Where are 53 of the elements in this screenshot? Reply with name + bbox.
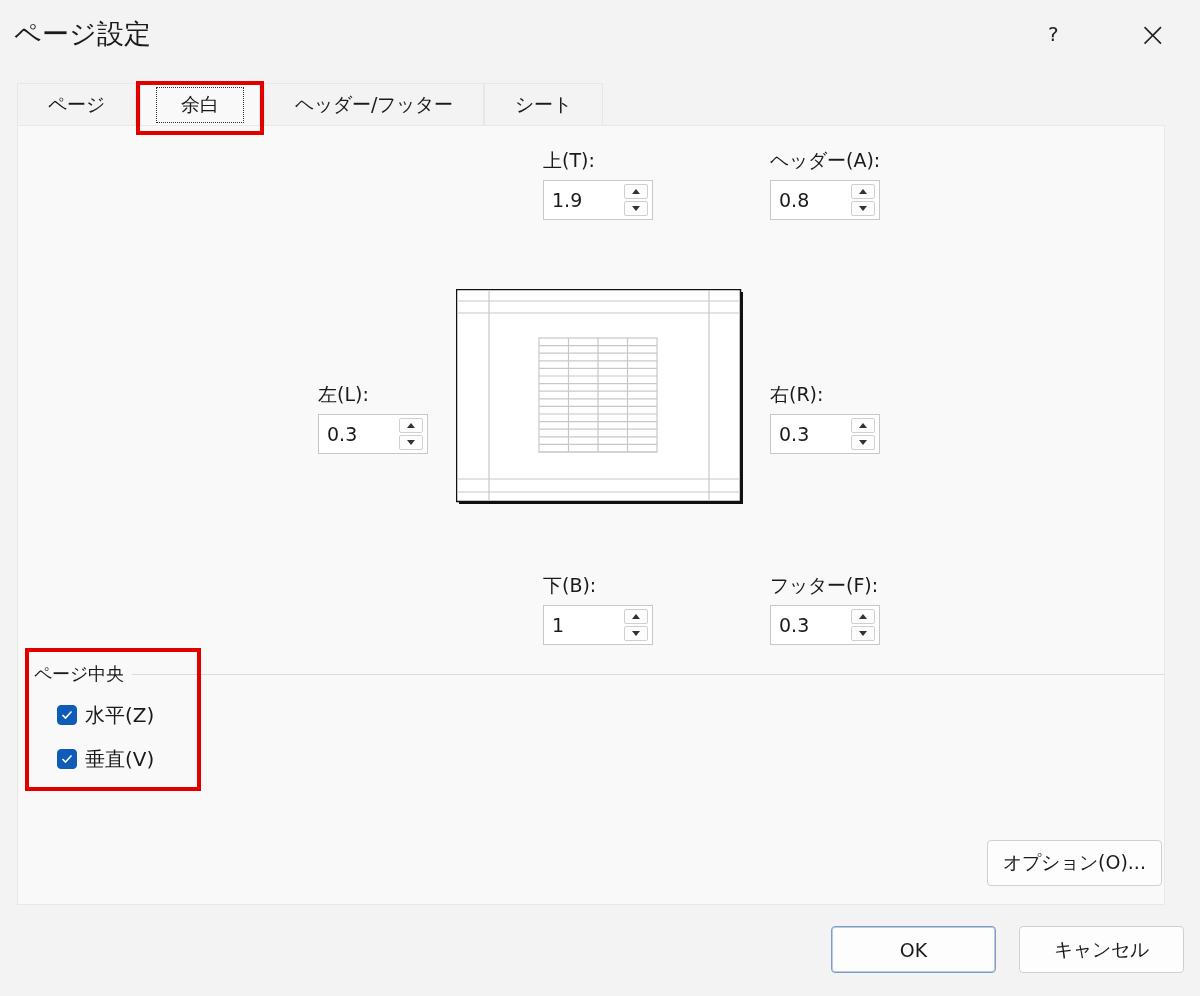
down-arrow-icon xyxy=(632,631,640,636)
spin-down-button[interactable] xyxy=(851,201,875,216)
spin-field[interactable]: 1 xyxy=(543,605,653,645)
spin-up-button[interactable] xyxy=(624,184,648,199)
tab[interactable]: 余白 xyxy=(140,83,260,125)
down-arrow-icon xyxy=(407,440,415,445)
spin-field[interactable]: 0.3 xyxy=(770,605,880,645)
tab[interactable]: ヘッダー/フッター xyxy=(264,83,485,125)
check-icon xyxy=(61,754,73,764)
help-button[interactable]: ? xyxy=(1047,22,1059,46)
checkbox[interactable] xyxy=(57,749,77,769)
spin-field[interactable]: 0.8 xyxy=(770,180,880,220)
up-arrow-icon xyxy=(859,189,867,194)
checkbox[interactable] xyxy=(57,705,77,725)
spin-up-button[interactable] xyxy=(851,609,875,624)
field-label: 左(L): xyxy=(318,382,370,407)
field-label: ヘッダー(A): xyxy=(770,148,880,173)
up-arrow-icon xyxy=(632,189,640,194)
up-arrow-icon xyxy=(632,614,640,619)
checkbox-label: 水平(Z) xyxy=(85,701,155,729)
field-label: 右(R): xyxy=(770,382,825,407)
spin-down-button[interactable] xyxy=(851,626,875,641)
close-button[interactable]: × xyxy=(1138,14,1167,54)
up-arrow-icon xyxy=(859,423,867,428)
tab[interactable]: ページ xyxy=(17,83,136,125)
check-icon xyxy=(61,710,73,720)
window-title: ページ設定 xyxy=(14,17,152,51)
tab[interactable]: シート xyxy=(484,83,604,125)
spin-up-button[interactable] xyxy=(851,418,875,433)
spin-field[interactable]: 1.9 xyxy=(543,180,653,220)
spin-down-button[interactable] xyxy=(851,435,875,450)
down-arrow-icon xyxy=(632,206,640,211)
spin-down-button[interactable] xyxy=(399,435,423,450)
checkbox-label: 垂直(V) xyxy=(85,745,155,773)
spin-down-button[interactable] xyxy=(624,626,648,641)
down-arrow-icon xyxy=(859,631,867,636)
field-label: フッター(F): xyxy=(770,573,880,598)
field-label: 下(B): xyxy=(543,573,598,598)
down-arrow-icon xyxy=(859,440,867,445)
up-arrow-icon xyxy=(859,614,867,619)
cancel-button[interactable]: キャンセル xyxy=(1019,926,1184,973)
ok-button[interactable]: OK xyxy=(831,926,996,973)
spin-down-button[interactable] xyxy=(624,201,648,216)
up-arrow-icon xyxy=(407,423,415,428)
field-label: 上(T): xyxy=(543,148,596,173)
spin-up-button[interactable] xyxy=(399,418,423,433)
spin-up-button[interactable] xyxy=(851,184,875,199)
spin-up-button[interactable] xyxy=(624,609,648,624)
group-label: ページ中央 xyxy=(34,662,124,686)
spin-field[interactable]: 0.3 xyxy=(318,414,428,454)
down-arrow-icon xyxy=(859,206,867,211)
options-button[interactable]: オプション(O)... xyxy=(987,840,1162,886)
spin-field[interactable]: 0.3 xyxy=(770,414,880,454)
